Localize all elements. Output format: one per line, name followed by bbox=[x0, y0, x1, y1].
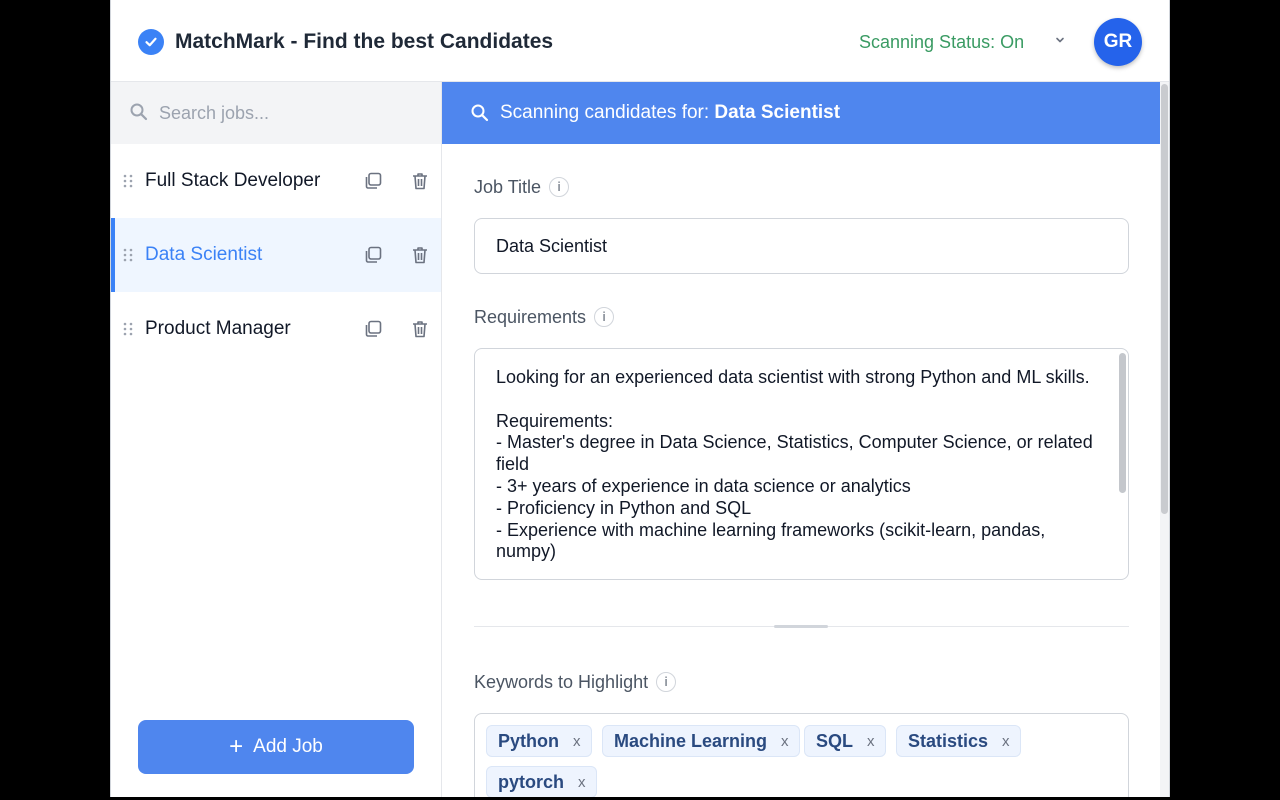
banner-prefix: Scanning candidates for: bbox=[500, 102, 710, 123]
info-icon[interactable]: i bbox=[594, 307, 615, 327]
keyword-chip[interactable]: Statistics x bbox=[896, 725, 1021, 757]
plus-icon: + bbox=[229, 733, 244, 760]
job-title-label-text: Job Title bbox=[474, 177, 542, 197]
job-item-label: Data Scientist bbox=[145, 244, 263, 265]
chevron-down-icon[interactable] bbox=[1053, 33, 1067, 47]
info-icon[interactable]: i bbox=[656, 672, 677, 692]
requirements-scrollbar[interactable] bbox=[1119, 353, 1126, 493]
keyword-chip-label: pytorch bbox=[498, 771, 565, 792]
job-editor: Scanning candidates for: Data Scientist … bbox=[442, 82, 1160, 797]
banner-job-name: Data Scientist bbox=[714, 102, 841, 123]
keyword-chip-label: Statistics bbox=[908, 730, 989, 751]
sidebar: Full Stack Developer Data Scientist Prod… bbox=[111, 82, 442, 797]
add-job-button[interactable]: + Add Job bbox=[138, 720, 414, 774]
job-item-product-manager[interactable]: Product Manager bbox=[111, 292, 441, 366]
keyword-chip[interactable]: pytorch x bbox=[486, 766, 597, 797]
user-avatar[interactable]: GR bbox=[1094, 18, 1142, 66]
scanning-banner: Scanning candidates for: Data Scientist bbox=[442, 82, 1160, 144]
keyword-chip[interactable]: Python x bbox=[486, 725, 592, 757]
search-icon bbox=[130, 103, 148, 121]
requirements-label-text: Requirements bbox=[474, 307, 587, 327]
app-title: MatchMark - Find the best Candidates bbox=[175, 30, 554, 53]
trash-icon[interactable] bbox=[410, 319, 430, 339]
keyword-chip-label: Machine Learning bbox=[614, 730, 768, 751]
scanning-status[interactable]: Scanning Status: On bbox=[859, 31, 1024, 53]
remove-keyword-icon[interactable]: x bbox=[578, 774, 586, 791]
copy-icon[interactable] bbox=[363, 245, 383, 265]
copy-icon[interactable] bbox=[363, 319, 383, 339]
resize-handle[interactable] bbox=[774, 625, 828, 628]
info-icon[interactable]: i bbox=[549, 177, 570, 197]
job-title-input[interactable] bbox=[474, 218, 1129, 274]
requirements-label: Requirements i bbox=[474, 306, 615, 328]
job-title-label: Job Title i bbox=[474, 176, 570, 198]
remove-keyword-icon[interactable]: x bbox=[573, 733, 581, 750]
remove-keyword-icon[interactable]: x bbox=[1002, 733, 1010, 750]
app-window: MatchMark - Find the best Candidates Sca… bbox=[110, 0, 1170, 797]
requirements-textarea[interactable]: Looking for an experienced data scientis… bbox=[474, 348, 1129, 580]
job-item-data-scientist[interactable]: Data Scientist bbox=[111, 218, 441, 292]
copy-icon[interactable] bbox=[363, 171, 383, 191]
keywords-label: Keywords to Highlight i bbox=[474, 671, 677, 693]
keyword-chip[interactable]: Machine Learning x bbox=[602, 725, 800, 757]
remove-keyword-icon[interactable]: x bbox=[781, 733, 789, 750]
drag-handle-icon[interactable] bbox=[123, 174, 133, 188]
banner-text: Scanning candidates for: Data Scientist bbox=[500, 102, 840, 124]
trash-icon[interactable] bbox=[410, 171, 430, 191]
keywords-label-text: Keywords to Highlight bbox=[474, 672, 649, 692]
search-jobs-input[interactable] bbox=[159, 98, 419, 128]
trash-icon[interactable] bbox=[410, 245, 430, 265]
keyword-chip-label: Python bbox=[498, 730, 559, 751]
job-item-label: Product Manager bbox=[145, 318, 291, 339]
keyword-chip-label: SQL bbox=[816, 730, 854, 751]
job-item-full-stack-developer[interactable]: Full Stack Developer bbox=[111, 144, 441, 218]
drag-handle-icon[interactable] bbox=[123, 248, 133, 262]
main-scrollbar-thumb[interactable] bbox=[1161, 84, 1168, 514]
keywords-input[interactable]: Python x Machine Learning x SQL x Statis… bbox=[474, 713, 1129, 797]
check-circle-icon bbox=[138, 29, 164, 55]
job-item-label: Full Stack Developer bbox=[145, 170, 321, 191]
remove-keyword-icon[interactable]: x bbox=[867, 733, 875, 750]
keyword-chip[interactable]: SQL x bbox=[804, 725, 886, 757]
drag-handle-icon[interactable] bbox=[123, 322, 133, 336]
requirements-text[interactable]: Looking for an experienced data scientis… bbox=[496, 367, 1096, 563]
app-header: MatchMark - Find the best Candidates Sca… bbox=[111, 0, 1169, 82]
job-search bbox=[111, 82, 441, 144]
add-job-label: Add Job bbox=[253, 736, 323, 757]
search-icon bbox=[471, 104, 489, 122]
main-scrollbar[interactable] bbox=[1160, 82, 1169, 797]
